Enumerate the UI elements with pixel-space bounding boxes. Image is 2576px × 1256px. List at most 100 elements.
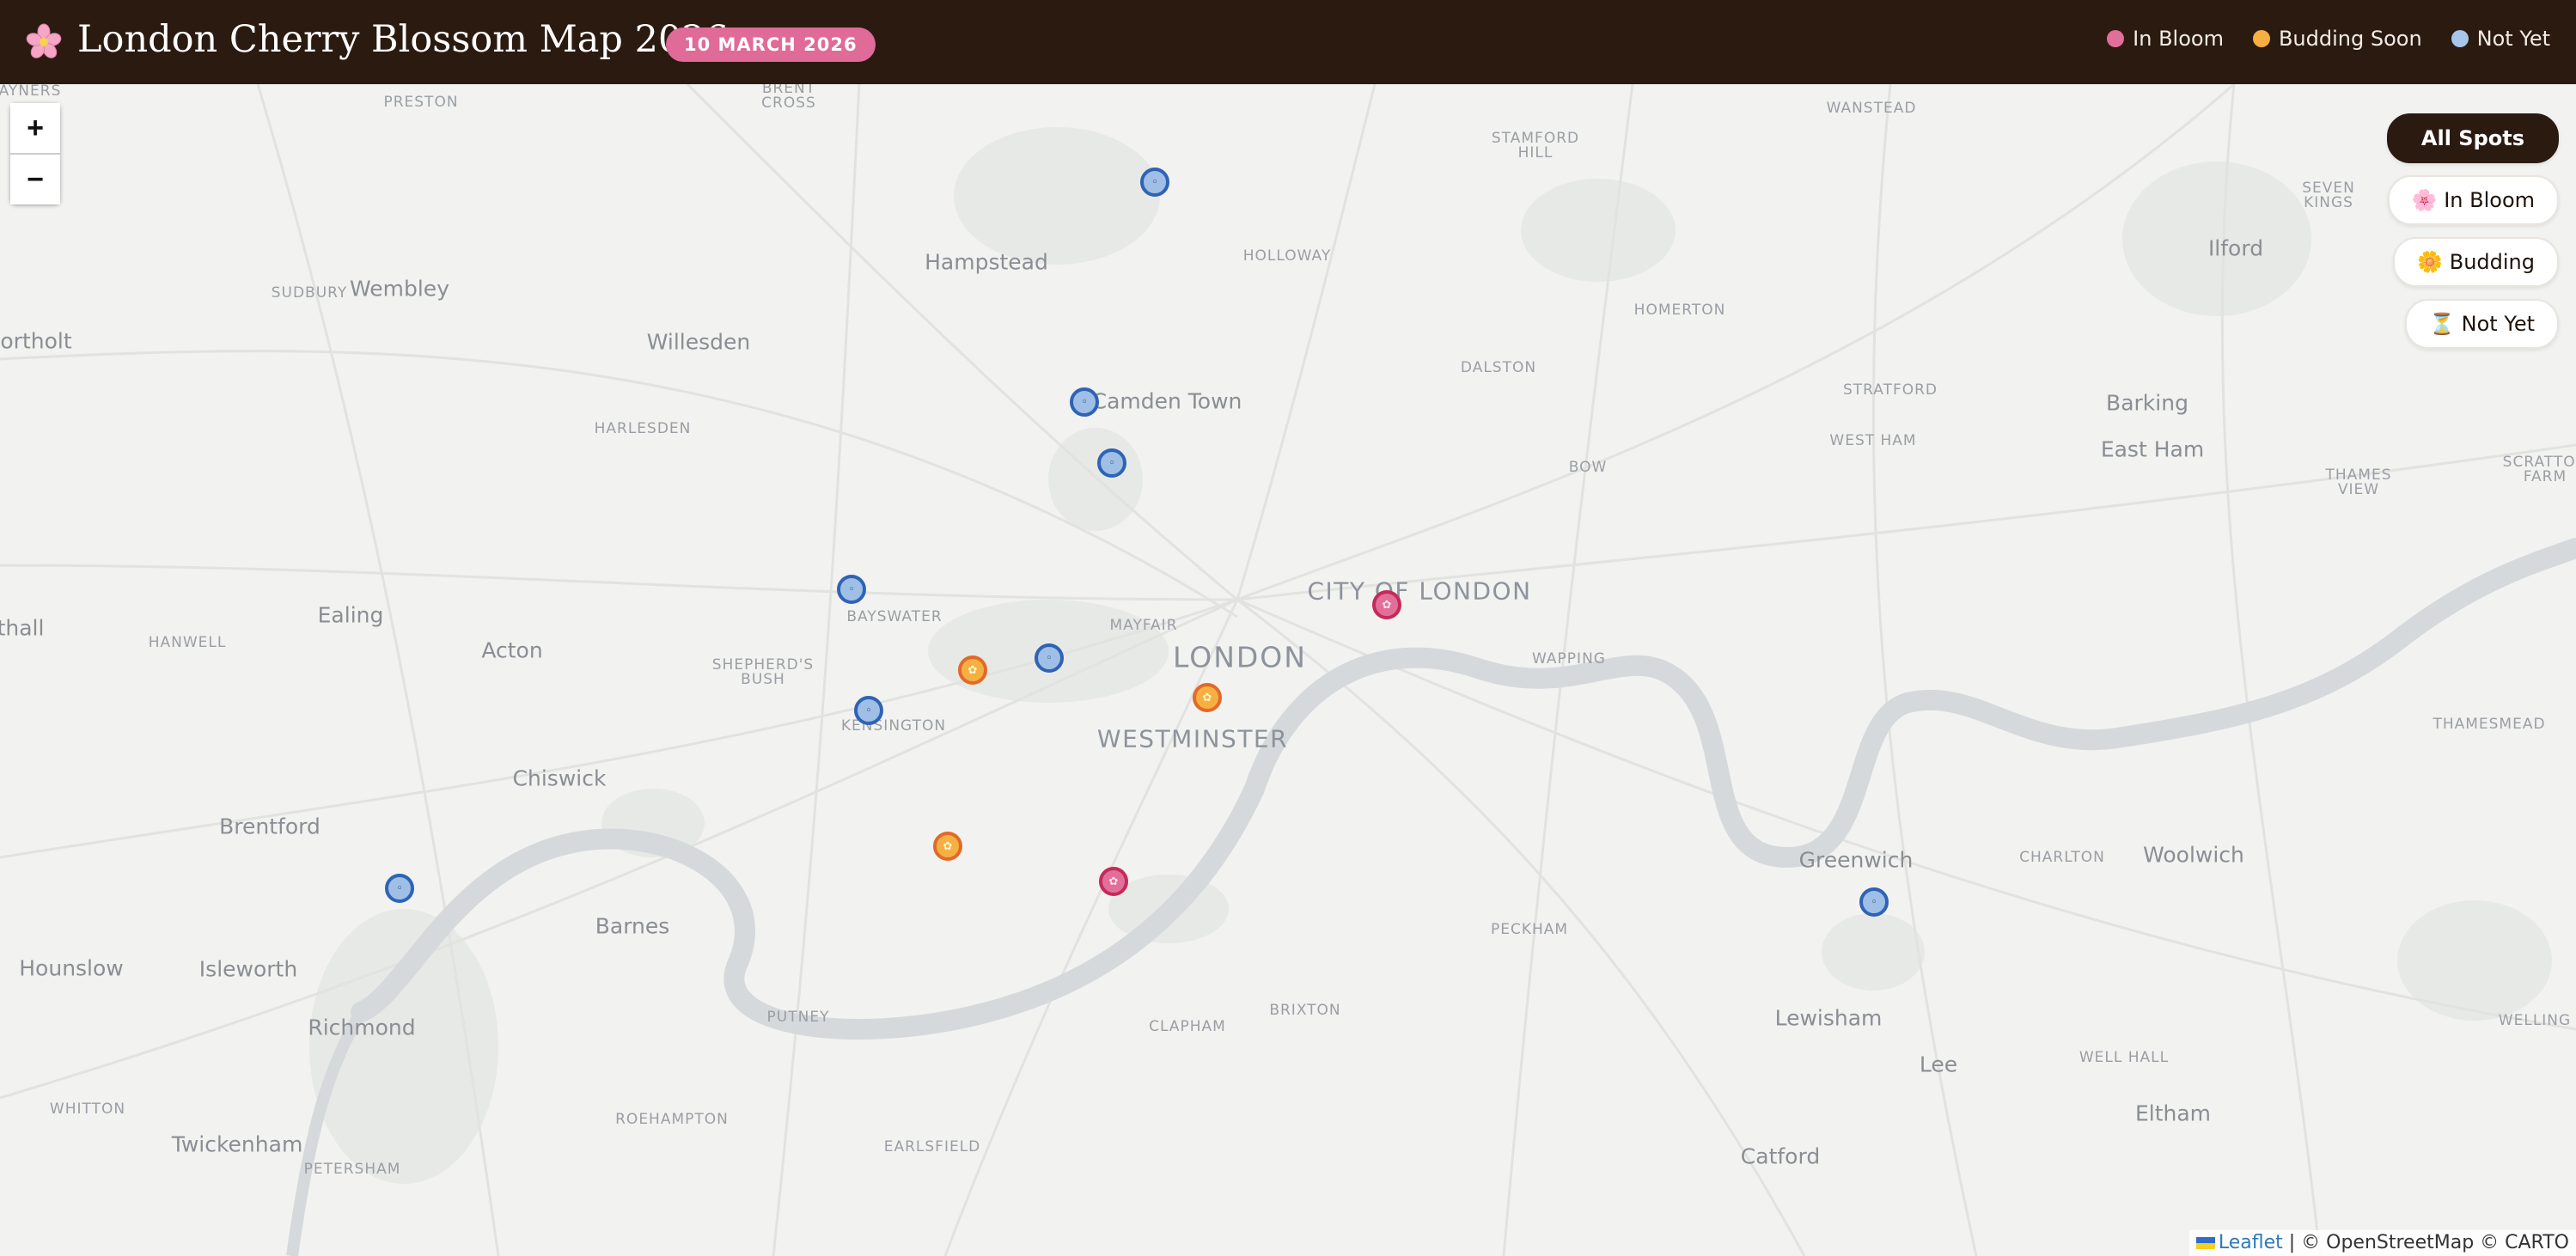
place-label: EARLSFIELD [883,1138,981,1155]
filter-label: All Spots [2420,126,2524,150]
legend-not-yet: Not Yet [2451,24,2550,53]
zoom-out-button[interactable]: − [10,155,60,204]
place-label: East Ham [2100,436,2205,462]
place-label: Barking [2106,390,2188,416]
place-label: Isleworth [198,956,298,982]
place-label: AYNERS [0,84,62,100]
place-label: Ealing [317,602,384,628]
place-label: CLAPHAM [1149,1018,1226,1035]
legend-label: Not Yet [2476,27,2550,51]
filter-not-yet[interactable]: ⏳ Not Yet [2405,299,2559,349]
marker-icon: ✿ [1202,691,1212,704]
place-label: Richmond [308,1015,416,1040]
blossom-marker-not-yet[interactable]: ◦ [1097,448,1126,478]
place-label: HARLESDEN [594,420,692,437]
hourglass-icon: ⏳ [2429,312,2456,336]
legend-label: Budding Soon [2278,27,2422,51]
date-badge: 10 MARCH 2026 [666,27,876,62]
place-label: SHEPHERD'S BUSH [711,656,815,688]
place-label: Hounslow [19,955,124,981]
place-label: WEST HAM [1829,432,1917,449]
place-label: SCRATTONFARM [2502,454,2576,485]
place-label: MAYFAIR [1109,617,1178,634]
place-label: PETERSHAM [303,1161,401,1178]
blossom-marker-not-yet[interactable]: ◦ [1035,643,1064,673]
map-attribution: Leaflet | © OpenStreetMap © CARTO [2188,1230,2576,1256]
place-label: Lee [1919,1052,1958,1077]
place-label: Catford [1740,1143,1821,1169]
place-label: CITY OF LONDON [1307,576,1532,606]
map[interactable]: PRESTON BRENT CROSS WANSTEAD STAMFORD HILL… [0,84,2576,1256]
marker-icon: ✿ [1382,598,1392,612]
place-label: HOLLOWAY [1242,247,1332,265]
blossom-marker-budding[interactable]: ✿ [933,832,962,861]
blossom-marker-in-bloom[interactable]: ✿ [1099,867,1128,896]
place-label: PUTNEY [766,1009,830,1026]
place-label: WHITTON [49,1101,126,1118]
place-label: Ilford [2207,235,2264,261]
page-title: London Cherry Blossom Map 2026 [77,18,729,61]
place-label: WESTMINSTER [1096,724,1289,753]
place-label: BRENT CROSS [761,84,816,112]
place-label: Greenwich [1798,847,1914,873]
blossom-marker-not-yet[interactable]: ◦ [854,696,883,725]
legend-label: In Bloom [2133,27,2224,51]
place-label: WELL HALL [2079,1049,2170,1066]
place-label: WANSTEAD [1826,100,1917,117]
marker-icon: ✿ [968,663,978,677]
legend-budding-soon: Budding Soon [2252,24,2422,53]
blossom-marker-not-yet[interactable]: ◦ [1859,887,1889,917]
zoom-in-button[interactable]: + [10,103,60,153]
place-label: Willesden [646,329,751,355]
attribution-text: | © OpenStreetMap © CARTO [2282,1232,2569,1253]
place-label: Brentford [219,814,320,839]
ukraine-flag-icon [2195,1237,2215,1249]
filter-budding[interactable]: 🌼 Budding [2393,237,2559,287]
place-label: Camden Town [1091,388,1242,414]
blossom-marker-not-yet[interactable]: ◦ [837,575,866,604]
marker-icon: ◦ [1108,456,1115,470]
blossom-marker-not-yet[interactable]: ◦ [385,874,414,903]
place-label: ROEHAMPTON [615,1111,729,1128]
blossom-icon: 🌸 [2411,188,2438,212]
marker-icon: ◦ [1871,895,1877,909]
marker-icon: ✿ [943,839,953,853]
budding-dot-icon [2252,30,2270,47]
legend: In Bloom Budding Soon Not Yet [2107,24,2550,53]
cherry-blossom-icon [26,23,62,58]
blossom-marker-budding[interactable]: ✿ [1193,683,1222,712]
place-label: WAPPING [1532,650,1606,668]
place-label: Barnes [595,913,670,939]
place-label: HOMERTON [1633,302,1726,319]
marker-icon: ✿ [1108,875,1119,888]
place-label: PRESTON [383,94,459,111]
blossom-marker-not-yet[interactable]: ◦ [1140,168,1169,197]
place-label: DALSTON [1460,359,1537,376]
filter-in-bloom[interactable]: 🌸 In Bloom [2387,175,2559,225]
place-label: CHARLTON [2019,849,2105,866]
legend-in-bloom: In Bloom [2107,24,2224,53]
marker-icon: ◦ [848,582,855,596]
filter-label: In Bloom [2444,188,2535,212]
place-label: ortholt [0,328,72,354]
place-label: Twickenham [171,1131,303,1157]
bud-icon: 🌼 [2417,250,2444,274]
marker-icon: ◦ [1046,651,1053,665]
place-label: BAYSWATER [846,608,943,625]
blossom-marker-in-bloom[interactable]: ✿ [1372,590,1401,619]
place-label: WELLING [2498,1012,2572,1029]
marker-icon: ◦ [1151,175,1158,189]
blossom-marker-budding[interactable]: ✿ [958,655,987,685]
place-label: SUDBURY [271,284,348,302]
leaflet-link[interactable]: Leaflet [2219,1232,2283,1253]
marker-icon: ◦ [396,881,403,895]
place-label: THAMES VIEW [2325,466,2392,498]
in-bloom-dot-icon [2107,30,2125,47]
place-label: Wembley [350,276,449,302]
filter-all-spots[interactable]: All Spots [2386,113,2559,163]
blossom-marker-not-yet[interactable]: ◦ [1070,387,1099,417]
place-label: Lewisham [1774,1005,1883,1031]
place-label: STRATFORD [1842,381,1938,399]
filter-panel: All Spots 🌸 In Bloom 🌼 Budding ⏳ Not Yet [2386,113,2559,349]
filter-label: Budding [2449,250,2535,274]
